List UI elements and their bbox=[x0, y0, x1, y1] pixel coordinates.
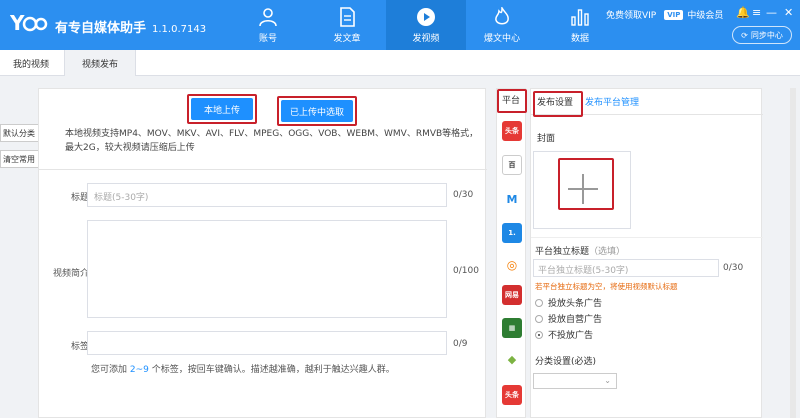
tab-my-videos[interactable]: 我的视频 bbox=[0, 50, 62, 76]
nav-post-video[interactable]: 发视频 bbox=[386, 0, 466, 50]
vip-area: 免费领取VIP VIP 中级会员 bbox=[606, 8, 723, 21]
app-logo: Y bbox=[10, 12, 48, 34]
tags-hint: 您可添加 2~9 个标签，按回车键确认。描述越准确，越利于触达兴趣人群。 bbox=[91, 362, 395, 375]
nav-label: 数据 bbox=[570, 33, 589, 44]
sync-center-button[interactable]: ⟳ 同步中心 bbox=[732, 26, 792, 44]
title-counter: 0/30 bbox=[453, 190, 474, 200]
nav-label: 发视频 bbox=[412, 33, 440, 44]
highlight-box bbox=[187, 94, 257, 124]
ad-option-toutiao[interactable]: 投放头条广告 bbox=[535, 296, 602, 309]
close-icon[interactable]: ✕ bbox=[784, 6, 793, 19]
highlight-box bbox=[558, 158, 614, 210]
nav-label: 爆文中心 bbox=[483, 33, 520, 44]
app-title: 有专自媒体助手 1.1.0.7143 bbox=[55, 17, 206, 36]
play-icon bbox=[417, 7, 435, 26]
baijiahao-icon[interactable]: 百 bbox=[502, 155, 522, 175]
category-select[interactable]: ⌄ bbox=[533, 373, 617, 389]
tab-video-publish[interactable]: 视频发布 bbox=[64, 50, 136, 76]
cover-label: 封面 bbox=[537, 134, 556, 144]
menu-icon[interactable]: ≡ bbox=[752, 6, 761, 19]
highlight-box bbox=[533, 91, 583, 117]
app-name: 有专自媒体助手 bbox=[55, 21, 147, 36]
intro-counter: 0/100 bbox=[453, 266, 479, 276]
vip-badge: VIP bbox=[664, 9, 684, 20]
tab-platform-manage[interactable]: 发布平台管理 bbox=[579, 89, 645, 115]
highlight-box bbox=[497, 89, 527, 113]
bell-icon[interactable]: 🔔 bbox=[736, 6, 750, 19]
platform-title-input[interactable]: 平台独立标题(5-30字) bbox=[533, 259, 719, 277]
tags-label: 标签 bbox=[70, 342, 89, 352]
nav-label: 账号 bbox=[258, 33, 277, 44]
title-label: 标题 bbox=[70, 193, 89, 203]
optional-hint: （选填） bbox=[589, 247, 626, 257]
tags-counter: 0/9 bbox=[453, 339, 468, 349]
publish-settings-panel: 发布设置 发布平台管理 封面 平台独立标题（选填） 平台独立标题(5-30字) … bbox=[530, 88, 763, 418]
category-label: 分类设置(必选) bbox=[535, 357, 597, 367]
ad-option-label: 投放自营广告 bbox=[548, 315, 603, 325]
wangyi-icon[interactable]: 网易 bbox=[502, 285, 522, 305]
ad-option-self[interactable]: 投放自营广告 bbox=[535, 312, 602, 325]
toutiao2-icon[interactable]: 头条 bbox=[502, 385, 522, 405]
dayu-icon[interactable]: ◎ bbox=[502, 255, 522, 275]
toutiao-icon[interactable]: 头条 bbox=[502, 121, 522, 141]
yidian-icon[interactable]: 1. bbox=[502, 223, 522, 243]
tags-hint-range: 2~9 bbox=[129, 365, 149, 375]
radio-dot bbox=[535, 314, 543, 323]
free-vip-link[interactable]: 免费领取VIP bbox=[606, 8, 656, 21]
clear-common-button[interactable]: 清空常用 bbox=[0, 150, 40, 168]
minimize-icon[interactable]: — bbox=[766, 6, 777, 19]
format-support-text: 本地视频支持MP4、MOV、MKV、AVI、FLV、MPEG、OGG、VOB、W… bbox=[65, 129, 479, 153]
app-version: 1.1.0.7143 bbox=[152, 24, 207, 35]
divider bbox=[39, 169, 487, 170]
nav-hot-articles[interactable]: 爆文中心 bbox=[462, 0, 542, 50]
ad-option-none[interactable]: 不投放广告 bbox=[535, 328, 593, 341]
tags-input[interactable] bbox=[87, 331, 447, 355]
document-icon bbox=[340, 6, 355, 27]
radio-dot bbox=[535, 330, 543, 339]
sync-icon: ⟳ bbox=[741, 30, 748, 40]
book-icon[interactable]: ▦ bbox=[502, 318, 522, 338]
top-bar: Y 有专自媒体助手 1.1.0.7143 账号 发文章 发视频 爆文中心 数据 免… bbox=[0, 0, 800, 50]
ad-option-label: 投放头条广告 bbox=[548, 299, 603, 309]
platform-title-label: 平台独立标题（选填） bbox=[535, 244, 625, 257]
default-category-button[interactable]: 默认分类 bbox=[0, 124, 40, 142]
nav-label: 发文章 bbox=[333, 33, 361, 44]
scrollbar[interactable] bbox=[790, 88, 796, 418]
bar-chart-icon bbox=[571, 8, 589, 26]
tags-hint-suffix: 个标签，按回车键确认。描述越准确，越利于触达兴趣人群。 bbox=[148, 365, 395, 375]
highlight-box bbox=[277, 96, 357, 126]
nav-account[interactable]: 账号 bbox=[228, 0, 308, 50]
flame-icon bbox=[495, 6, 509, 24]
m-icon[interactable]: M bbox=[502, 189, 522, 209]
title-warning: 若平台独立标题为空，将使用视频默认标题 bbox=[535, 282, 678, 291]
title-input[interactable]: 标题(5-30字) bbox=[87, 183, 447, 207]
intro-textarea[interactable] bbox=[87, 220, 447, 318]
ad-option-label: 不投放广告 bbox=[548, 331, 594, 341]
sync-label: 同步中心 bbox=[750, 30, 783, 40]
platform-strip: 平台 头条 百 M 1. ◎ 网易 ▦ ◆ 头条 bbox=[496, 88, 527, 418]
tab-bar: 我的视频 视频发布 bbox=[0, 50, 800, 76]
diamond-icon[interactable]: ◆ bbox=[502, 349, 522, 369]
upload-form-panel: 本地上传 已上传中选取 本地视频支持MP4、MOV、MKV、AVI、FLV、MP… bbox=[38, 88, 487, 418]
member-level: 中级会员 bbox=[687, 11, 724, 21]
svg-text:Y: Y bbox=[10, 12, 25, 34]
platform-title-text: 平台独立标题 bbox=[535, 247, 590, 257]
chevron-down-icon: ⌄ bbox=[604, 376, 611, 385]
tags-hint-prefix: 您可添加 bbox=[91, 365, 130, 375]
nav-post-article[interactable]: 发文章 bbox=[307, 0, 387, 50]
platform-title-counter: 0/30 bbox=[723, 263, 744, 273]
divider bbox=[531, 237, 763, 238]
user-icon bbox=[259, 7, 277, 26]
intro-label: 视频简介 bbox=[52, 269, 89, 279]
radio-dot bbox=[535, 298, 543, 307]
